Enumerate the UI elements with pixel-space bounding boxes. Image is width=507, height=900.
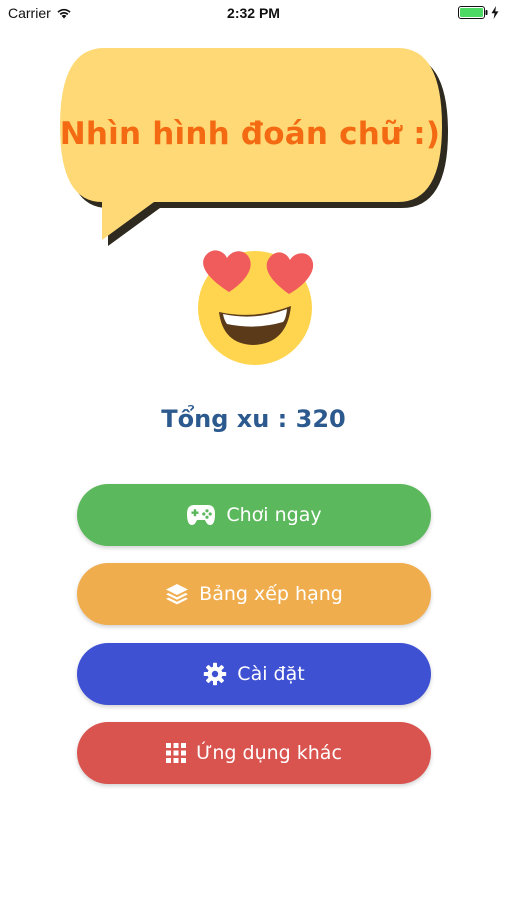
play-now-label: Chơi ngay bbox=[226, 504, 322, 526]
status-time: 2:32 PM bbox=[227, 5, 280, 21]
charging-bolt-icon bbox=[491, 6, 499, 19]
other-apps-button[interactable]: Ứng dụng khác bbox=[77, 722, 431, 784]
play-now-button[interactable]: Chơi ngay bbox=[77, 484, 431, 546]
settings-label: Cài đặt bbox=[237, 663, 305, 685]
home-screen: Carrier 2:32 PM Nhìn hình đoán chữ :) Tổ… bbox=[0, 0, 507, 900]
status-bar: Carrier 2:32 PM bbox=[0, 0, 507, 28]
other-apps-label: Ứng dụng khác bbox=[196, 742, 342, 764]
battery-indicator bbox=[458, 6, 499, 19]
leaderboard-button[interactable]: Bảng xếp hạng bbox=[77, 563, 431, 625]
grid-icon bbox=[166, 743, 187, 763]
title-speech-bubble: Nhìn hình đoán chữ :) bbox=[56, 46, 450, 251]
settings-button[interactable]: Cài đặt bbox=[77, 643, 431, 705]
layers-icon bbox=[166, 584, 189, 605]
leaderboard-label: Bảng xếp hạng bbox=[199, 583, 343, 605]
app-title: Nhìn hình đoán chữ :) bbox=[59, 116, 441, 152]
battery-icon bbox=[458, 6, 488, 19]
total-coins-label: Tổng xu : 320 bbox=[161, 405, 346, 433]
heart-eyes-emoji-icon bbox=[198, 250, 314, 365]
gamepad-icon bbox=[187, 505, 216, 525]
gear-icon bbox=[204, 662, 227, 686]
